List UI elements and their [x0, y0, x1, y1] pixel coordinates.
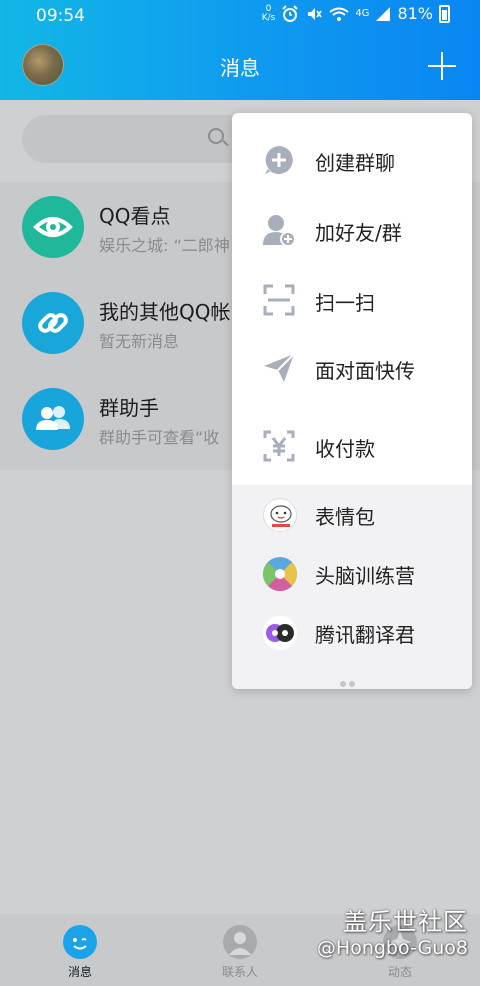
alarm-icon — [282, 4, 299, 22]
tab-label: 消息 — [67, 965, 92, 979]
watermark-line2: @Hongbo-Guo8 — [316, 937, 468, 959]
wifi-icon — [329, 7, 349, 21]
messages-tab-icon — [63, 925, 97, 959]
menu-item-label: 面对面快传 — [315, 359, 415, 383]
tab-label: 动态 — [387, 965, 412, 979]
net-speed-unit: K/s — [261, 12, 276, 23]
app-label: 头脑训练营 — [315, 564, 415, 588]
battery-icon — [439, 4, 450, 23]
top-header: 09:54 0 K/s 4G 81% 消息 — [0, 0, 480, 100]
search-icon — [208, 128, 224, 144]
menu-item-face-to-face[interactable]: 面对面快传 — [232, 333, 472, 401]
sticker-app-icon — [263, 498, 297, 532]
group-icon — [22, 388, 84, 450]
menu-item-label: 扫一扫 — [315, 291, 375, 315]
conversation-name: QQ看点 — [99, 204, 171, 228]
menu-item-payment[interactable]: 收付款 — [232, 411, 472, 479]
brain-training-app-icon — [263, 557, 297, 591]
scan-icon — [263, 284, 295, 316]
app-label: 表情包 — [315, 505, 375, 529]
tab-contacts[interactable]: 联系人 — [160, 914, 320, 986]
conversation-preview: 暂无新消息 — [99, 332, 180, 351]
net-speed: 0 K/s — [261, 4, 276, 23]
battery-percent: 81% — [397, 4, 433, 23]
mini-apps-section: 表情包 头脑训练营 腾讯翻译君 — [232, 485, 472, 689]
tab-messages[interactable]: 消息 — [0, 914, 160, 986]
translator-app-icon — [263, 616, 297, 650]
status-bar: 09:54 0 K/s 4G 81% — [0, 0, 480, 32]
status-icons: 0 K/s 4G 81% — [262, 4, 450, 23]
link-icon — [22, 292, 84, 354]
menu-item-scan[interactable]: 扫一扫 — [232, 265, 472, 333]
eye-icon — [22, 196, 84, 258]
signal-icon — [376, 6, 391, 21]
conversation-name: 我的其他QQ帐 — [99, 300, 231, 324]
conversation-name: 群助手 — [99, 396, 159, 420]
page-title: 消息 — [220, 56, 260, 80]
contacts-tab-icon — [223, 925, 257, 959]
create-group-icon — [265, 146, 293, 174]
send-icon — [264, 353, 295, 382]
app-item-stickers[interactable]: 表情包 — [232, 485, 472, 543]
conversation-preview: 群助手可查看“收 — [99, 428, 220, 447]
app-item-brain-training[interactable]: 头脑训练营 — [232, 544, 472, 602]
mute-icon — [308, 7, 322, 20]
menu-item-label: 加好友/群 — [315, 221, 402, 245]
payment-icon — [263, 430, 295, 462]
add-dropdown-menu: 创建群聊 加好友/群 扫一扫 面对面快传 收付款 表情包 头脑训练营 腾讯翻译君 — [232, 113, 472, 689]
menu-item-label: 收付款 — [315, 437, 375, 461]
status-time: 09:54 — [36, 6, 85, 26]
app-label: 腾讯翻译君 — [315, 623, 415, 647]
watermark-line1: 盖乐世社区 — [343, 908, 468, 936]
menu-item-create-group[interactable]: 创建群聊 — [232, 125, 472, 193]
conversation-preview: 娱乐之城: “二郎神 — [99, 236, 230, 255]
app-item-translator[interactable]: 腾讯翻译君 — [232, 603, 472, 661]
menu-item-label: 创建群聊 — [315, 151, 395, 175]
tab-label: 联系人 — [221, 965, 258, 979]
add-menu-button[interactable] — [428, 52, 456, 80]
more-dots-icon[interactable] — [340, 672, 366, 687]
watermark: 盖乐世社区 @Hongbo-Guo8 — [317, 902, 468, 959]
network-type: 4G — [355, 8, 370, 19]
menu-item-add-friend[interactable]: 加好友/群 — [232, 195, 472, 263]
add-friend-icon — [263, 215, 296, 247]
